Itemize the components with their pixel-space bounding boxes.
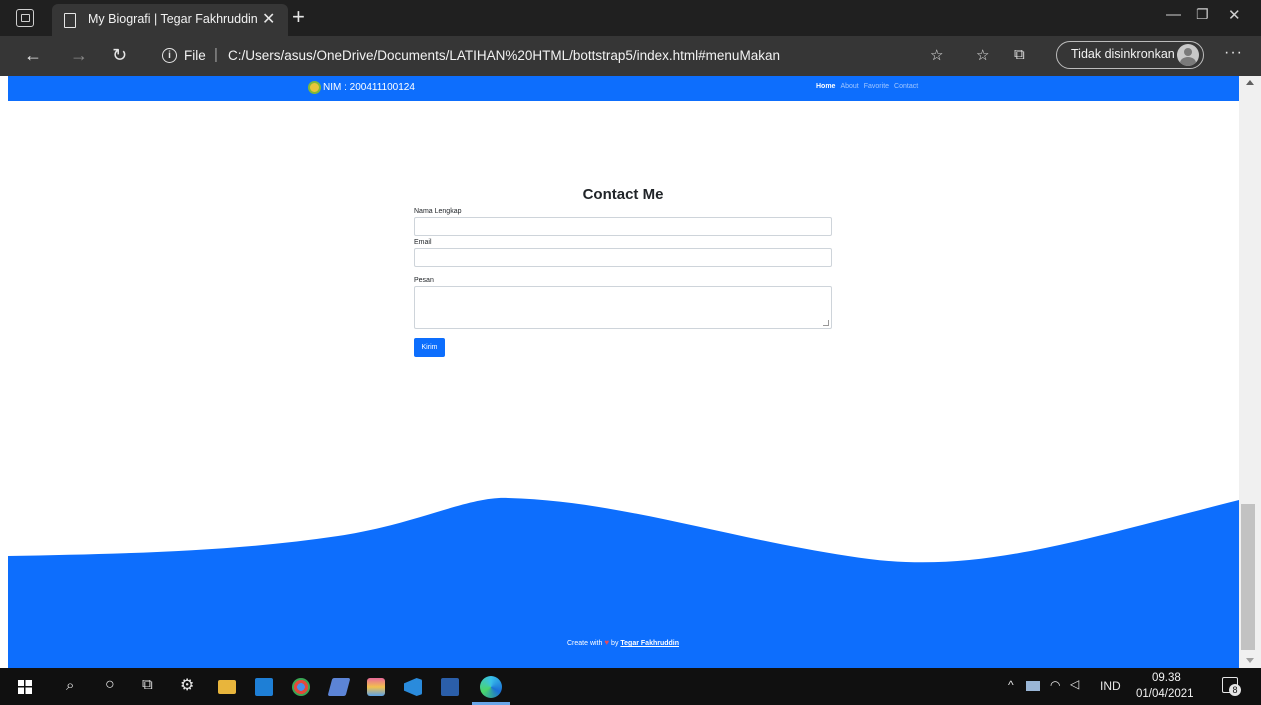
tab-title: My Biografi | Tegar Fakhruddin [88, 12, 258, 26]
footer-prefix: Create with [566, 640, 603, 647]
address-bar[interactable]: i File | C:/Users/asus/OneDrive/Document… [152, 42, 960, 70]
nav-link-contact[interactable]: Contact [894, 83, 918, 90]
scrollbar[interactable] [1239, 76, 1261, 668]
sync-label: Tidak disinkronkan [1071, 47, 1175, 61]
browser-tab[interactable]: My Biografi | Tegar Fakhruddin ✕ [52, 4, 288, 36]
heart-icon: ♥ [604, 638, 610, 647]
close-tab-icon[interactable]: ✕ [262, 9, 275, 29]
refresh-icon[interactable]: ↻ [112, 45, 127, 66]
tab-strip: My Biografi | Tegar Fakhruddin ✕ + — ❐ ✕ [0, 0, 1261, 36]
name-input[interactable] [414, 217, 832, 236]
message-textarea[interactable] [414, 286, 832, 329]
app-icon[interactable] [327, 678, 351, 696]
add-favorite-icon[interactable]: ☆ [930, 46, 943, 64]
scroll-up-icon[interactable] [1246, 80, 1254, 85]
contact-title: Contact Me [582, 186, 664, 203]
address-bar-row: ← → ↻ i File | C:/Users/asus/OneDrive/Do… [0, 36, 1261, 76]
language-indicator[interactable]: IND [1100, 679, 1121, 693]
volume-icon[interactable]: ◁ [1070, 677, 1079, 691]
email-label: Email [414, 239, 432, 246]
chevron-up-icon[interactable]: ^ [1008, 678, 1014, 692]
footer-credit: Create with ♥ by Tegar Fakhruddin [0, 638, 1246, 647]
nav-link-about[interactable]: About [840, 83, 858, 90]
chrome-icon[interactable] [292, 678, 310, 696]
avatar [1177, 44, 1199, 66]
collections-icon[interactable]: ⧉ [1014, 46, 1025, 63]
restore-icon[interactable]: ❐ [1196, 6, 1209, 23]
scroll-down-icon[interactable] [1246, 658, 1254, 663]
contact-form: Contact Me Nama Lengkap Email Pesan Kiri… [414, 186, 832, 357]
wifi-icon[interactable]: ◠ [1050, 678, 1060, 692]
message-label: Pesan [414, 277, 434, 284]
task-view-icon[interactable]: ⧉ [142, 676, 153, 693]
taskbar: ⌕ ○ ⧉ ⚙ ^ ◠ ◁ IND 09.38 01/04/2021 8 [0, 668, 1261, 705]
minimize-icon[interactable]: — [1166, 6, 1181, 23]
info-icon[interactable]: i [162, 48, 177, 63]
email-input[interactable] [414, 248, 832, 267]
vscode-icon[interactable] [404, 678, 422, 696]
footer-by: by [611, 640, 619, 647]
tab-actions-icon[interactable] [16, 9, 34, 27]
mail-icon[interactable] [255, 678, 273, 696]
url-text[interactable]: C:/Users/asus/OneDrive/Documents/LATIHAN… [228, 48, 780, 63]
cortana-icon[interactable]: ○ [105, 676, 115, 694]
name-label: Nama Lengkap [414, 208, 462, 215]
navbar-brand[interactable]: NIM : 200411100124 [308, 81, 415, 94]
clock-time[interactable]: 09.38 [1152, 672, 1181, 684]
windows-start-icon[interactable] [18, 680, 32, 694]
notification-count: 8 [1229, 684, 1241, 696]
edge-icon[interactable] [480, 676, 502, 698]
new-tab-icon[interactable]: + [292, 4, 305, 30]
stack-app-icon[interactable] [367, 678, 385, 696]
search-icon[interactable]: ⌕ [66, 677, 74, 694]
forward-icon[interactable]: → [70, 45, 88, 66]
network-tray-icon[interactable] [1026, 681, 1040, 691]
notification-icon[interactable]: 8 [1222, 677, 1241, 696]
brand-text: NIM : 200411100124 [323, 82, 415, 93]
navbar: NIM : 200411100124 Home About Favorite C… [8, 76, 1239, 101]
profile-sync-button[interactable]: Tidak disinkronkan [1056, 41, 1204, 69]
scroll-thumb[interactable] [1241, 504, 1255, 650]
url-separator: | [214, 46, 218, 63]
nav-link-home[interactable]: Home [816, 83, 835, 90]
nav-link-favorite[interactable]: Favorite [864, 83, 889, 90]
page-icon [64, 13, 76, 28]
clock-date[interactable]: 01/04/2021 [1136, 688, 1194, 700]
submit-button[interactable]: Kirim [414, 338, 445, 357]
back-icon[interactable]: ← [24, 45, 42, 66]
page-viewport: NIM : 200411100124 Home About Favorite C… [0, 76, 1261, 668]
settings-icon[interactable]: ⚙ [180, 675, 194, 695]
nav-links: Home About Favorite Contact [816, 83, 918, 90]
favorites-icon[interactable]: ☆ [976, 46, 989, 64]
word-icon[interactable] [441, 678, 459, 696]
more-icon[interactable]: ··· [1224, 44, 1243, 62]
logo-icon [308, 81, 321, 94]
file-explorer-icon[interactable] [218, 680, 236, 694]
close-window-icon[interactable]: ✕ [1228, 6, 1241, 24]
author-link[interactable]: Tegar Fakhruddin [620, 640, 679, 647]
url-scheme: File [184, 48, 206, 63]
